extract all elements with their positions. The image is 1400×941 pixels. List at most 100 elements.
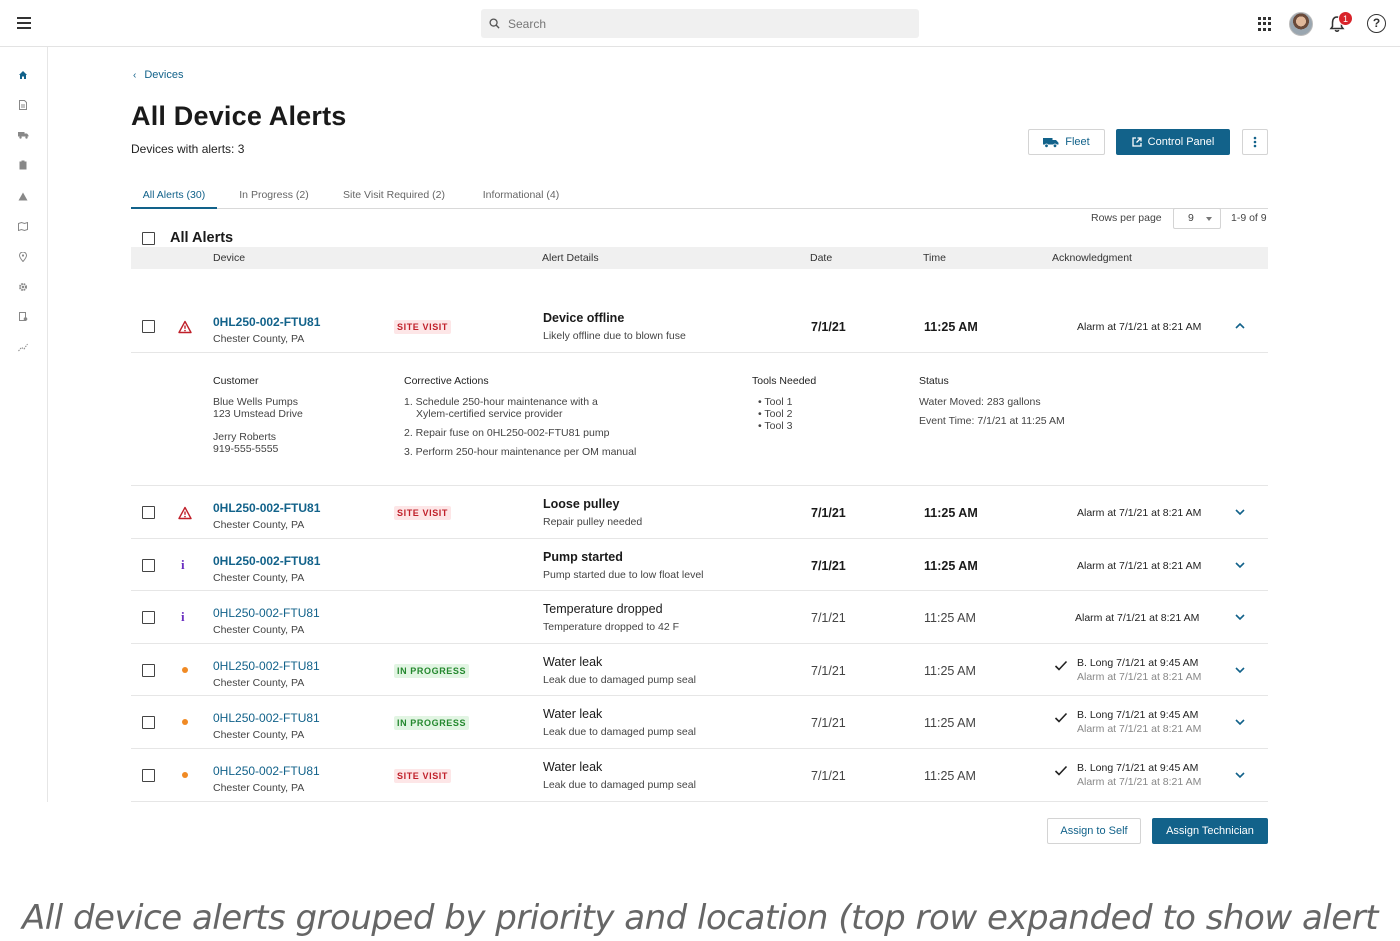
device-link[interactable]: 0HL250-002-FTU81 (213, 764, 320, 778)
tab-in-progress[interactable]: In Progress (2) (231, 183, 317, 209)
alert-time: 11:25 AM (924, 716, 976, 730)
customer-phone: 919-555-5555 (213, 443, 279, 455)
fleet-button[interactable]: Fleet (1028, 129, 1105, 155)
status-badge: SITE VISIT (394, 506, 452, 520)
corrective-action-item: 3. Perform 250-hour maintenance per OM m… (404, 446, 637, 458)
acknowledgment-alarm: Alarm at 7/1/21 at 8:21 AM (1077, 776, 1202, 788)
row-checkbox[interactable] (142, 769, 155, 782)
table-row[interactable]: i 0HL250-002-FTU81 Chester County, PA Te… (131, 591, 1268, 644)
external-link-icon (1132, 137, 1142, 147)
tab-informational[interactable]: Informational (4) (473, 183, 569, 209)
apps-grid-icon[interactable] (1258, 17, 1272, 31)
search-box[interactable] (481, 9, 919, 38)
rows-per-page-select[interactable]: 9 (1173, 208, 1221, 229)
row-checkbox[interactable] (142, 611, 155, 624)
help-icon[interactable]: ? (1367, 14, 1386, 33)
column-acknowledgment: Acknowledgment (1052, 252, 1132, 264)
truck-icon[interactable] (17, 129, 29, 141)
status-heading: Status (919, 375, 949, 387)
corrective-action-item: 2. Repair fuse on 0HL250-002-FTU81 pump (404, 427, 610, 439)
search-input[interactable] (508, 16, 888, 31)
table-header: Device Alert Details Date Time Acknowled… (131, 247, 1268, 269)
device-link[interactable]: 0HL250-002-FTU81 (213, 315, 320, 329)
chevron-down-icon[interactable] (1233, 560, 1247, 570)
table-row[interactable]: 0HL250-002-FTU81 Chester County, PA SITE… (131, 299, 1268, 353)
alert-date: 7/1/21 (811, 506, 846, 520)
alert-date: 7/1/21 (811, 769, 846, 783)
select-all-checkbox[interactable] (142, 232, 155, 245)
chevron-down-icon[interactable] (1233, 717, 1247, 727)
alert-triangle-icon (178, 506, 192, 520)
device-link[interactable]: 0HL250-002-FTU81 (213, 659, 320, 673)
chevron-left-icon: ‹ (133, 69, 137, 81)
tab-site-visit[interactable]: Site Visit Required (2) (334, 183, 454, 209)
column-time: Time (923, 252, 946, 264)
alert-time: 11:25 AM (924, 559, 978, 573)
column-alert-details: Alert Details (542, 252, 599, 264)
assign-to-self-button[interactable]: Assign to Self (1047, 818, 1141, 844)
check-icon (1054, 712, 1068, 723)
device-location: Chester County, PA (213, 572, 305, 584)
warning-icon[interactable] (17, 190, 29, 202)
alert-detail: Leak due to damaged pump seal (543, 779, 696, 791)
customer-contact: Jerry Roberts (213, 431, 277, 443)
avatar[interactable] (1289, 12, 1313, 36)
alert-title: Water leak (543, 655, 603, 669)
chevron-down-icon[interactable] (1233, 665, 1247, 675)
status-badge: IN PROGRESS (394, 716, 470, 730)
alert-date: 7/1/21 (811, 611, 846, 625)
control-panel-button[interactable]: Control Panel (1116, 129, 1230, 155)
device-link[interactable]: 0HL250-002-FTU81 (213, 554, 320, 568)
table-row[interactable]: 0HL250-002-FTU81 Chester County, PA IN P… (131, 696, 1268, 749)
report-icon[interactable] (17, 311, 29, 323)
gear-icon[interactable] (17, 281, 29, 293)
section-title: All Alerts (170, 230, 234, 246)
acknowledgment: B. Long 7/1/21 at 9:45 AM (1077, 709, 1199, 721)
alert-detail: Repair pulley needed (543, 516, 643, 528)
analytics-icon[interactable] (17, 341, 29, 353)
home-icon[interactable] (17, 69, 29, 81)
clipboard-icon[interactable] (17, 159, 29, 171)
row-checkbox[interactable] (142, 716, 155, 729)
notification-badge: 1 (1338, 11, 1353, 26)
chevron-down-icon[interactable] (1233, 507, 1247, 517)
row-checkbox[interactable] (142, 506, 155, 519)
device-link[interactable]: 0HL250-002-FTU81 (213, 606, 320, 620)
row-checkbox[interactable] (142, 320, 155, 333)
document-icon[interactable] (17, 99, 29, 111)
location-pin-icon[interactable] (17, 251, 29, 263)
breadcrumb-devices[interactable]: Devices (144, 69, 183, 81)
search-icon (489, 18, 500, 29)
acknowledgment: Alarm at 7/1/21 at 8:21 AM (1077, 507, 1202, 519)
hamburger-menu-icon[interactable] (14, 13, 34, 33)
column-device: Device (213, 252, 246, 264)
table-row[interactable]: 0HL250-002-FTU81 Chester County, PA SITE… (131, 749, 1268, 802)
map-icon[interactable] (17, 220, 29, 232)
breadcrumb[interactable]: ‹ Devices (133, 69, 183, 81)
acknowledgment: B. Long 7/1/21 at 9:45 AM (1077, 762, 1199, 774)
assign-technician-button[interactable]: Assign Technician (1152, 818, 1268, 844)
status-badge: SITE VISIT (394, 320, 452, 334)
status-badge: SITE VISIT (394, 769, 452, 783)
table-row[interactable]: 0HL250-002-FTU81 Chester County, PA SITE… (131, 486, 1268, 539)
tab-all-alerts[interactable]: All Alerts (30) (131, 183, 217, 209)
check-icon (1054, 765, 1068, 776)
table-row[interactable]: 0HL250-002-FTU81 Chester County, PA IN P… (131, 644, 1268, 696)
customer-address: 123 Umstead Drive (213, 408, 303, 420)
alert-detail: Pump started due to low float level (543, 569, 704, 581)
row-checkbox[interactable] (142, 664, 155, 677)
row-checkbox[interactable] (142, 559, 155, 572)
acknowledgment-alarm: Alarm at 7/1/21 at 8:21 AM (1077, 671, 1202, 683)
info-icon: i (181, 557, 185, 572)
alert-detail: Temperature dropped to 42 F (543, 621, 679, 633)
table-row[interactable]: i 0HL250-002-FTU81 Chester County, PA Pu… (131, 539, 1268, 591)
alert-time: 11:25 AM (924, 769, 976, 783)
device-link[interactable]: 0HL250-002-FTU81 (213, 501, 320, 515)
more-options-button[interactable] (1242, 129, 1268, 155)
chevron-down-icon[interactable] (1233, 612, 1247, 622)
alert-tabs: All Alerts (30) In Progress (2) Site Vis… (131, 183, 1268, 209)
chevron-down-icon[interactable] (1233, 770, 1247, 780)
chevron-up-icon[interactable] (1233, 321, 1247, 331)
device-link[interactable]: 0HL250-002-FTU81 (213, 711, 320, 725)
customer-company: Blue Wells Pumps (213, 396, 299, 408)
